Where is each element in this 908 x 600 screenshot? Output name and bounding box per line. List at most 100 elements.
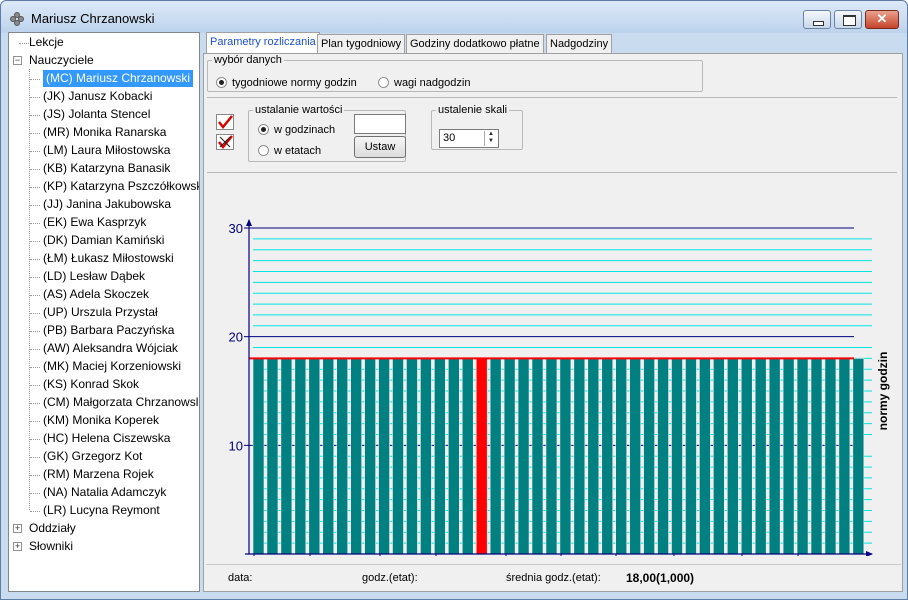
scale-legend: ustalenie skali bbox=[438, 104, 508, 116]
tree-item-teacher[interactable]: (MK) Maciej Korzeniowski bbox=[43, 358, 181, 375]
tree-item-teacher[interactable]: (DK) Damian Kamiński bbox=[43, 232, 164, 249]
radio-tygodniowe[interactable]: tygodniowe normy godzin bbox=[216, 77, 357, 90]
tree-item-teacher[interactable]: (MR) Monika Ranarska bbox=[43, 124, 166, 141]
status-godz-label: godz.(etat): bbox=[362, 572, 418, 584]
bar bbox=[308, 358, 321, 555]
bar bbox=[420, 358, 432, 555]
spin-up-icon[interactable]: ▲ bbox=[485, 131, 497, 138]
radio-unchecked-icon bbox=[258, 145, 269, 156]
expand-icon[interactable]: + bbox=[13, 542, 22, 551]
tree-item-teacher[interactable]: (PB) Barbara Paczyńska bbox=[43, 322, 174, 339]
radio-w-godzinach-label: w godzinach bbox=[274, 124, 336, 136]
ustaw-button[interactable]: Ustaw bbox=[354, 136, 406, 158]
bar bbox=[852, 358, 865, 555]
expand-icon[interactable]: + bbox=[13, 524, 22, 533]
radio-checked-icon bbox=[216, 77, 227, 88]
bar bbox=[378, 358, 390, 555]
bar bbox=[266, 358, 279, 555]
bar bbox=[754, 358, 767, 555]
right-pane: Parametry rozliczania Plan tygodniowy Go… bbox=[203, 32, 903, 592]
bar bbox=[252, 358, 265, 555]
bar bbox=[671, 358, 683, 555]
tree-item-teacher[interactable]: (HC) Helena Ciszewska bbox=[43, 430, 170, 447]
radio-wagi[interactable]: wagi nadgodzin bbox=[378, 77, 470, 90]
bar bbox=[392, 358, 404, 555]
tree-item-teacher[interactable]: (KB) Katarzyna Banasik bbox=[43, 160, 170, 177]
value-input[interactable] bbox=[354, 114, 406, 134]
minimize-button[interactable] bbox=[803, 10, 831, 29]
tree-item-teacher[interactable]: (ŁM) Łukasz Miłostowski bbox=[43, 250, 174, 267]
data-select-legend: wybór danych bbox=[214, 54, 282, 66]
bar bbox=[364, 358, 376, 555]
maximize-button[interactable] bbox=[834, 10, 862, 29]
main-window: Mariusz Chrzanowski ✕ Lekcje − Nauczycie… bbox=[0, 0, 908, 600]
spin-down-icon[interactable]: ▼ bbox=[485, 138, 497, 145]
radio-w-etatach-label: w etatach bbox=[274, 145, 322, 157]
tree-item-teacher[interactable]: (RM) Marzena Rojek bbox=[43, 466, 154, 483]
check-cross-icon[interactable] bbox=[216, 134, 234, 150]
bar bbox=[726, 358, 739, 555]
check-icon[interactable] bbox=[216, 114, 234, 130]
bar bbox=[489, 358, 502, 555]
tab-bar: Parametry rozliczania Plan tygodniowy Go… bbox=[203, 32, 903, 54]
tab-plan-tygodniowy[interactable]: Plan tygodniowy bbox=[317, 34, 406, 54]
tree-item-teacher[interactable]: (CM) Małgorzata Chrzanowsl bbox=[43, 394, 198, 411]
bar bbox=[531, 358, 544, 555]
tree-item-teacher[interactable]: (LR) Lucyna Reymont bbox=[43, 502, 160, 519]
tree-item-teacher[interactable]: (LD) Lesław Dąbek bbox=[43, 268, 145, 285]
tree-item-oddzialy[interactable]: Oddziały bbox=[29, 520, 76, 537]
tree-item-teacher[interactable]: (LM) Laura Miłostowska bbox=[43, 142, 170, 159]
title-bar[interactable]: Mariusz Chrzanowski ✕ bbox=[1, 1, 907, 33]
radio-w-godzinach[interactable]: w godzinach bbox=[258, 124, 335, 137]
tree-item-nauczyciele[interactable]: Nauczyciele bbox=[29, 52, 94, 69]
y-tick-label: 20 bbox=[229, 330, 243, 345]
bar bbox=[699, 358, 711, 555]
tree-item-teacher[interactable]: (UP) Urszula Przystał bbox=[43, 304, 158, 321]
status-date-label: data: bbox=[228, 572, 253, 584]
collapse-icon[interactable]: − bbox=[13, 56, 22, 65]
navigation-tree[interactable]: Lekcje − Nauczyciele (MC) Mariusz Chrzan… bbox=[8, 32, 200, 592]
window-title: Mariusz Chrzanowski bbox=[31, 11, 155, 26]
tree-item-lekcje[interactable]: Lekcje bbox=[29, 34, 64, 51]
close-button[interactable]: ✕ bbox=[865, 10, 899, 29]
radio-checked-icon bbox=[258, 124, 269, 135]
tab-parametry[interactable]: Parametry rozliczania bbox=[206, 32, 320, 54]
radio-tygodniowe-label: tygodniowe normy godzin bbox=[232, 77, 357, 89]
tree-item-teacher[interactable]: (KS) Konrad Skok bbox=[43, 376, 139, 393]
bar bbox=[685, 358, 697, 555]
tab-nadgodziny[interactable]: Nadgodziny bbox=[546, 34, 613, 54]
tree-item-teacher[interactable]: (NA) Natalia Adamczyk bbox=[43, 484, 166, 501]
bar bbox=[782, 358, 795, 555]
y-axis-arrow bbox=[246, 219, 252, 226]
bar bbox=[740, 358, 753, 555]
tree-item-teacher[interactable]: (AW) Aleksandra Wójciak bbox=[43, 340, 178, 357]
tree-item-teacher[interactable]: (KM) Monika Koperek bbox=[43, 412, 159, 429]
tree-item-teacher[interactable]: (JS) Jolanta Stencel bbox=[43, 106, 150, 123]
y-tick-label: 10 bbox=[229, 438, 243, 453]
bar bbox=[406, 358, 418, 555]
bar bbox=[601, 358, 614, 555]
y-axis-label: normy godzin bbox=[876, 352, 890, 431]
bar bbox=[559, 358, 572, 555]
bar bbox=[796, 358, 809, 555]
bar bbox=[461, 358, 474, 555]
tab-godziny-dodatkowo[interactable]: Godziny dodatkowo płatne bbox=[406, 34, 544, 54]
bar bbox=[294, 358, 307, 555]
tree-item-teacher[interactable]: (KP) Katarzyna Pszczółkowsk bbox=[43, 178, 199, 195]
chart: 102030wrzpaźlistopadgrudzieństyczeńlutym… bbox=[229, 219, 890, 556]
tree-item-teacher[interactable]: (EK) Ewa Kasprzyk bbox=[43, 214, 146, 231]
bar bbox=[336, 358, 348, 555]
bar bbox=[615, 358, 628, 555]
scale-spinner[interactable]: 30 ▲ ▼ bbox=[439, 129, 499, 148]
status-bar: data: godz.(etat): średnia godz.(etat): … bbox=[206, 564, 901, 588]
tree-item-slowniki[interactable]: Słowniki bbox=[29, 538, 73, 555]
radio-w-etatach[interactable]: w etatach bbox=[258, 145, 321, 158]
bar bbox=[280, 358, 293, 555]
bar bbox=[545, 358, 558, 555]
tree-item-teacher[interactable]: (MC) Mariusz Chrzanowski bbox=[43, 70, 194, 87]
tree-item-teacher[interactable]: (GK) Grzegorz Kot bbox=[43, 448, 142, 465]
bar bbox=[448, 358, 460, 555]
tree-item-teacher[interactable]: (JK) Janusz Kobacki bbox=[43, 88, 152, 105]
tree-item-teacher[interactable]: (JJ) Janina Jakubowska bbox=[43, 196, 171, 213]
tree-item-teacher[interactable]: (AS) Adela Skoczek bbox=[43, 286, 149, 303]
